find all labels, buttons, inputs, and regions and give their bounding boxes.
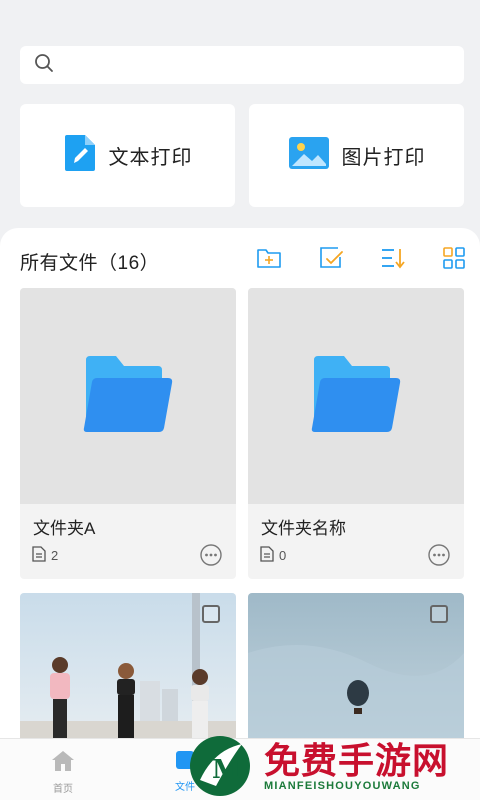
folder-card[interactable]: 文件夹名称 0 xyxy=(248,288,464,579)
select-checkbox[interactable] xyxy=(430,605,448,623)
image-print-button[interactable]: 图片打印 xyxy=(249,104,464,207)
grid-view-icon xyxy=(442,246,466,275)
folder-name: 文件夹名称 xyxy=(261,519,346,538)
more-icon xyxy=(428,544,450,570)
photo-card[interactable] xyxy=(20,593,236,753)
more-options-button[interactable] xyxy=(200,544,222,566)
watermark-logo-icon: M xyxy=(186,730,256,800)
image-print-label: 图片打印 xyxy=(341,147,426,169)
watermark-subtitle: MIANFEISHOUYOUWANG xyxy=(264,780,421,792)
folder-thumbnail xyxy=(248,288,464,504)
folder-thumbnail xyxy=(20,288,236,504)
select-icon xyxy=(318,245,344,276)
select-checkbox[interactable] xyxy=(202,605,220,623)
file-count-icon xyxy=(260,546,274,565)
document-edit-icon xyxy=(63,133,97,178)
select-button[interactable] xyxy=(317,246,345,274)
new-folder-icon xyxy=(256,246,282,275)
search-icon xyxy=(34,53,54,78)
folder-icon xyxy=(82,354,174,439)
svg-text:M: M xyxy=(212,755,241,785)
image-icon xyxy=(288,136,330,175)
more-options-button[interactable] xyxy=(428,544,450,566)
folder-file-count: 0 xyxy=(260,546,286,565)
all-files-title: 所有文件（16） xyxy=(20,253,160,274)
folder-icon xyxy=(310,354,402,439)
text-print-button[interactable]: 文本打印 xyxy=(20,104,235,207)
file-count-value: 2 xyxy=(51,548,59,563)
file-count-icon xyxy=(32,546,46,565)
search-input[interactable] xyxy=(62,56,464,74)
home-icon xyxy=(50,749,76,776)
folder-file-count: 2 xyxy=(32,546,58,565)
folder-card[interactable]: 文件夹A 2 xyxy=(20,288,236,579)
nav-home[interactable]: 首页 xyxy=(50,749,76,795)
search-bar[interactable] xyxy=(20,46,464,84)
grid-view-button[interactable] xyxy=(440,246,468,274)
folder-name: 文件夹A xyxy=(33,519,96,538)
text-print-label: 文本打印 xyxy=(108,147,193,169)
new-folder-button[interactable] xyxy=(255,246,283,274)
file-count-value: 0 xyxy=(279,548,287,563)
sort-icon xyxy=(380,246,406,275)
photo-card[interactable] xyxy=(248,593,464,753)
sort-button[interactable] xyxy=(379,246,407,274)
nav-home-label: 首页 xyxy=(53,784,73,795)
watermark: M 免费手游网 MIANFEISHOUYOUWANG xyxy=(186,730,480,800)
more-icon xyxy=(200,544,222,570)
watermark-title: 免费手游网 xyxy=(264,740,450,782)
